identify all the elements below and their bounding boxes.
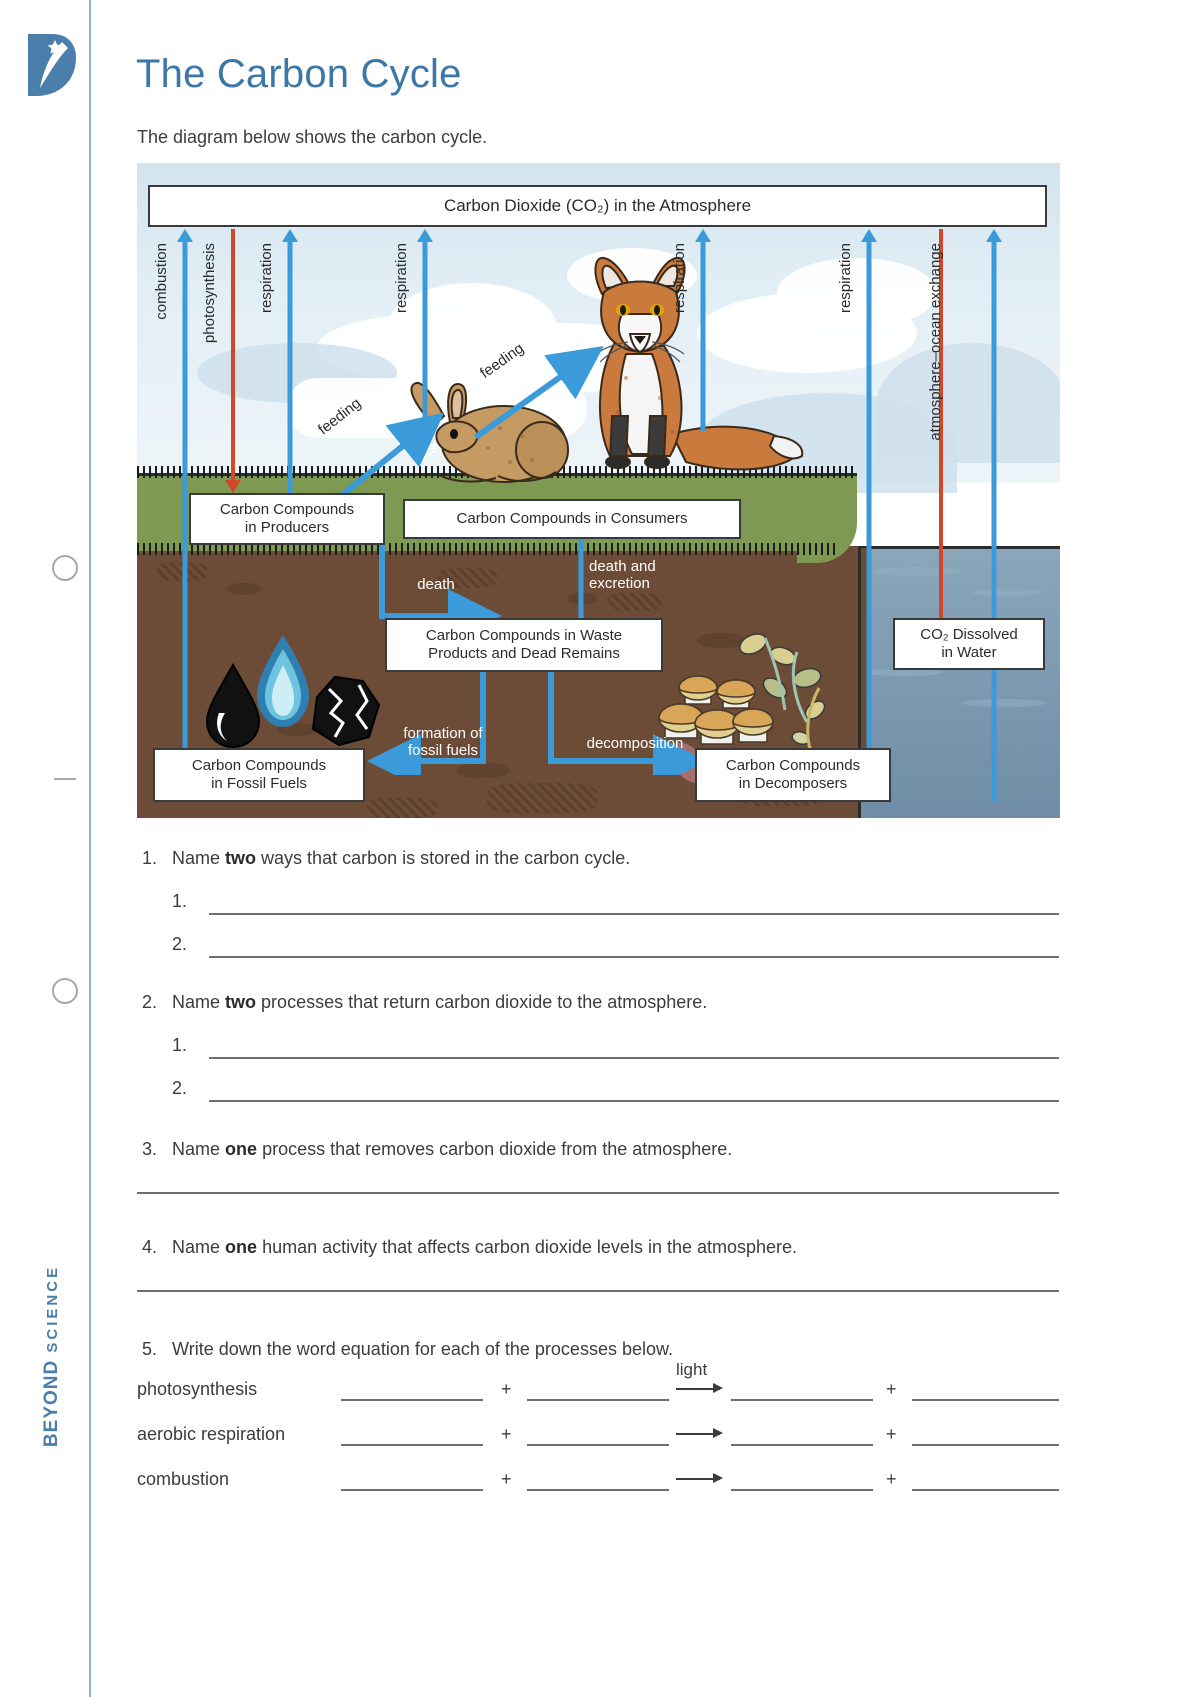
margin-rule [89,0,91,1697]
equation-plus-comb-1: + [501,1469,512,1489]
question-1: 1. Name two ways that carbon is stored i… [142,848,631,868]
equation-plus-resp-1: + [501,1424,512,1444]
arrow-fossil-fuel-riser [177,543,193,758]
equation-arrow-label-light: light [676,1360,708,1379]
question-3: 3. Name one process that removes carbon … [142,1139,733,1159]
carbon-cycle-diagram: combustion photosynthesis respiration re… [137,163,1060,818]
answer-line-q4[interactable] [137,1290,1059,1292]
arrow-label-respiration-ocean: respiration [837,243,854,314]
arrow-label-atmosphere-ocean: atmosphere–ocean exchange [927,243,944,441]
equation-blank-resp-2[interactable] [527,1444,669,1446]
arrow-label-death: death [417,576,455,593]
gas-flame-icon [255,633,311,734]
box-waste-dead-remains: Carbon Compounds in Waste Products and D… [385,618,663,672]
equation-blank-photo-4[interactable] [912,1399,1059,1401]
equation-arrow-combustion [676,1471,723,1487]
arrow-atmosphere-ocean-up [986,229,1002,801]
arrow-death-excretion [573,525,589,633]
equation-blank-comb-1[interactable] [341,1489,483,1491]
footer-brand-light: SCIENCE [44,1264,61,1353]
box-decomposers: Carbon Compounds in Decomposers [695,748,891,802]
equation-plus-photo-1: + [501,1379,512,1399]
box-fossil-fuels: Carbon Compounds in Fossil Fuels [153,748,365,802]
question-2-sub-1-number: 1. [172,1035,188,1055]
question-2-sub-2-number: 2. [172,1078,188,1098]
arrow-respiration-producers [282,229,298,499]
equation-blank-comb-3[interactable] [731,1489,873,1491]
question-1-sub-1-number: 1. [172,891,188,911]
equation-blank-photo-2[interactable] [527,1399,669,1401]
equation-blank-photo-3[interactable] [731,1399,873,1401]
equation-plus-photo-2: + [886,1379,897,1399]
answer-line-q1-a[interactable] [209,913,1059,915]
arrow-label-respiration-producers: respiration [258,243,275,314]
intro-text: The diagram below shows the carbon cycle… [137,127,488,147]
equation-arrow-aerobic-respiration [676,1426,723,1442]
equation-blank-photo-1[interactable] [341,1399,483,1401]
equation-plus-comb-2: + [886,1469,897,1489]
equation-blank-resp-1[interactable] [341,1444,483,1446]
arrow-respiration-ocean [861,229,877,801]
answer-line-q3[interactable] [137,1192,1059,1194]
arrow-label-photosynthesis: photosynthesis [201,243,218,344]
beyond-logo [22,32,78,98]
question-2: 2. Name two processes that return carbon… [142,992,708,1012]
answer-line-q2-a[interactable] [209,1057,1059,1059]
punch-hole-top [52,555,78,581]
answer-line-q2-b[interactable] [209,1100,1059,1102]
equation-arrow-photosynthesis [676,1381,723,1397]
arrow-respiration-rabbit [417,229,433,433]
punch-hole-bottom [52,978,78,1004]
arrow-label-respiration-fox: respiration [671,243,688,314]
arrow-label-formation-fossil-fuels: formation of fossil fuels [403,725,483,760]
arrow-respiration-fox [695,229,711,431]
question-5: 5. Write down the word equation for each… [142,1339,673,1359]
arrow-photosynthesis [225,229,241,493]
box-producers: Carbon Compounds in Producers [189,493,385,545]
arrow-decomposition [547,659,707,788]
arrow-label-combustion: combustion [153,243,170,320]
equation-label-combustion: combustion [137,1469,230,1489]
footer-brand-bold: BEYOND [41,1359,62,1448]
equation-label-photosynthesis: photosynthesis [137,1379,258,1399]
page-title: The Carbon Cycle [136,52,462,96]
box-atmosphere: Carbon Dioxide (CO₂) in the Atmosphere [148,185,1047,227]
question-4: 4. Name one human activity that affects … [142,1237,798,1257]
equation-label-aerobic-respiration: aerobic respiration [137,1424,286,1444]
box-co2-dissolved: CO₂ Dissolved in Water [893,618,1045,670]
arrow-label-decomposition: decomposition [586,735,684,752]
footer-brand: BEYOND SCIENCE [41,1246,63,1466]
arrow-label-death-excretion: death and excretion [589,558,656,593]
equation-blank-resp-4[interactable] [912,1444,1059,1446]
answer-line-q1-b[interactable] [209,956,1059,958]
equation-plus-resp-2: + [886,1424,897,1444]
question-1-sub-2-number: 2. [172,934,188,954]
arrow-label-respiration-rabbit: respiration [393,243,410,314]
equation-blank-comb-4[interactable] [912,1489,1059,1491]
margin-dash-mark [54,778,76,780]
oil-drop-icon [205,662,261,754]
equation-blank-resp-3[interactable] [731,1444,873,1446]
equation-blank-comb-2[interactable] [527,1489,669,1491]
box-consumers: Carbon Compounds in Consumers [403,499,741,539]
